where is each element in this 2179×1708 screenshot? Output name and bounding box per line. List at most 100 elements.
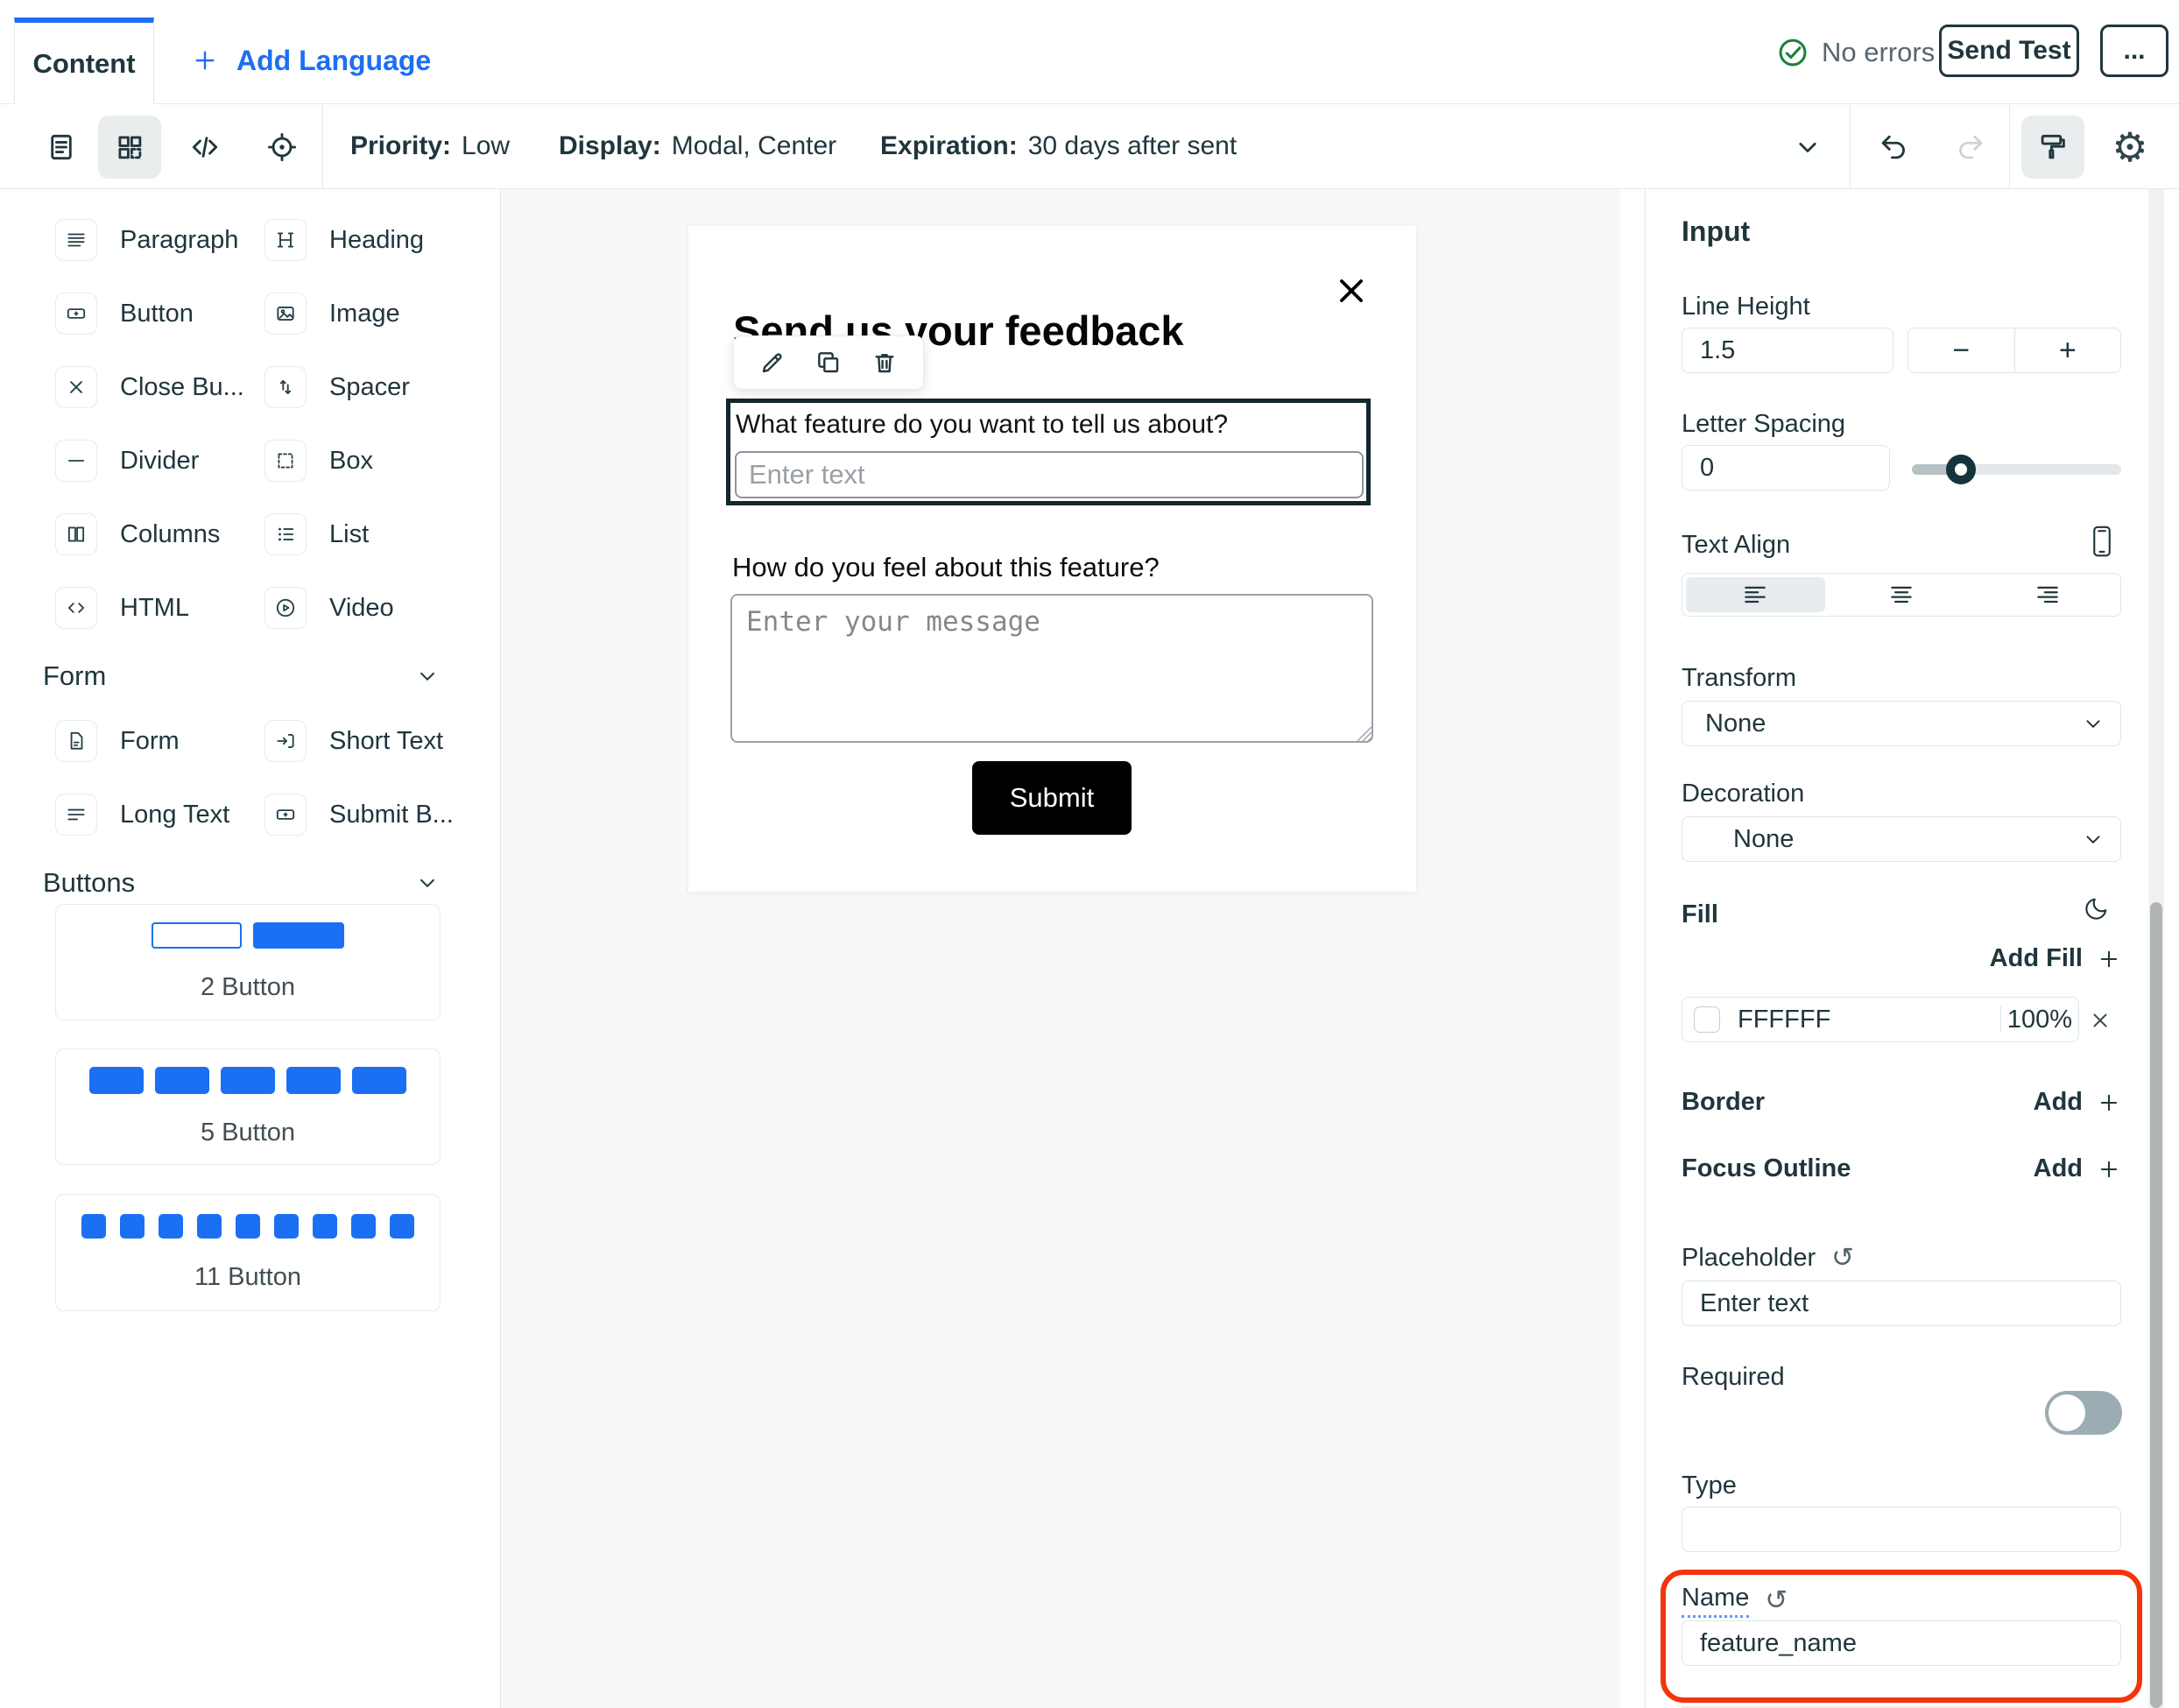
- target-button[interactable]: [250, 116, 314, 179]
- button-template-11[interactable]: 11 Button: [55, 1194, 441, 1311]
- feedback-text-input[interactable]: [735, 451, 1364, 498]
- tab-content[interactable]: Content: [14, 18, 154, 104]
- check-circle-icon: [1776, 36, 1809, 69]
- palette-item-label: Video: [329, 594, 394, 623]
- letter-spacing-slider[interactable]: [1912, 464, 2121, 475]
- more-options-button[interactable]: ...: [2100, 25, 2168, 77]
- mobile-device-icon[interactable]: [2089, 524, 2115, 559]
- button-icon: [55, 293, 97, 335]
- priority-label: Priority:: [350, 131, 451, 161]
- color-swatch[interactable]: [1694, 1006, 1720, 1033]
- preview-canvas: Send us your feedback What feature do yo…: [501, 189, 1620, 1708]
- fill-color-row[interactable]: FFFFFF 100%: [1682, 997, 2079, 1042]
- name-input[interactable]: [1682, 1620, 2121, 1666]
- palette-item-close-button[interactable]: Close Bu...: [55, 366, 244, 408]
- fill-opacity-value[interactable]: 100%: [2001, 1006, 2078, 1034]
- line-height-input[interactable]: [1682, 328, 1893, 373]
- button-template-label: 11 Button: [194, 1263, 301, 1292]
- message-builder-app: Content Add Language No errors Send Test…: [0, 0, 2179, 1708]
- letter-spacing-input[interactable]: [1682, 445, 1890, 491]
- required-toggle[interactable]: [2045, 1391, 2122, 1435]
- add-language-button[interactable]: Add Language: [191, 18, 431, 103]
- palette-item-label: Columns: [120, 520, 220, 549]
- feedback-message-textarea[interactable]: [730, 594, 1373, 743]
- toolbar-divider: [1850, 104, 1851, 188]
- edit-pencil-icon[interactable]: [758, 349, 786, 377]
- palette-item-columns[interactable]: Columns: [55, 513, 220, 555]
- align-right-button[interactable]: [1978, 577, 2117, 612]
- add-fill-button[interactable]: Add Fill: [1682, 944, 2121, 973]
- ellipsis-icon: ...: [2123, 36, 2145, 66]
- type-input[interactable]: [1682, 1507, 2121, 1552]
- placeholder-input[interactable]: [1682, 1281, 2121, 1326]
- palette-item-image[interactable]: Image: [264, 293, 400, 335]
- palette-item-spacer[interactable]: Spacer: [264, 366, 410, 408]
- box-icon: [264, 440, 307, 482]
- heading-icon: [264, 219, 307, 261]
- input-block-label: What feature do you want to tell us abou…: [736, 410, 1228, 440]
- palette-item-short-text[interactable]: Short Text: [264, 720, 443, 762]
- fill-section-label: Fill: [1682, 900, 1718, 929]
- increment-button[interactable]: +: [2015, 328, 2121, 372]
- reset-placeholder-icon[interactable]: ↺: [1831, 1245, 1854, 1272]
- duplicate-icon[interactable]: [814, 349, 843, 377]
- decoration-select[interactable]: None: [1682, 816, 2121, 862]
- palette-item-submit-button[interactable]: Submit B...: [264, 794, 454, 836]
- button-template-2[interactable]: 2 Button: [55, 904, 441, 1020]
- trash-icon[interactable]: [871, 349, 899, 377]
- decrement-button[interactable]: −: [1908, 328, 2015, 372]
- fill-hex-value[interactable]: FFFFFF: [1738, 1006, 1830, 1034]
- modal-submit-button[interactable]: Submit: [972, 761, 1132, 835]
- remove-fill-icon[interactable]: [2089, 1009, 2112, 1032]
- palette-item-button[interactable]: Button: [55, 293, 194, 335]
- palette-item-label: List: [329, 520, 369, 549]
- document-view-button[interactable]: [30, 116, 93, 179]
- palette-item-label: Divider: [120, 447, 199, 476]
- buttons-section-header[interactable]: Buttons: [43, 857, 441, 909]
- add-border-label: Add: [2034, 1088, 2083, 1117]
- button-template-label: 5 Button: [201, 1119, 295, 1147]
- collapse-settings-button[interactable]: [1776, 116, 1839, 179]
- button-preview-row: [152, 922, 344, 949]
- send-test-label: Send Test: [1947, 36, 2070, 66]
- code-view-button[interactable]: [173, 116, 236, 179]
- panel-scrollbar-thumb[interactable]: [2150, 902, 2162, 1708]
- palette-item-form[interactable]: Form: [55, 720, 180, 762]
- name-label-row: Name ↺: [1682, 1584, 1788, 1618]
- add-focus-outline-button[interactable]: Add: [1682, 1154, 2121, 1183]
- chevron-down-icon: [2082, 712, 2105, 735]
- palette-item-video[interactable]: Video: [264, 587, 394, 629]
- modal-preview: Send us your feedback What feature do yo…: [688, 226, 1416, 892]
- send-test-button[interactable]: Send Test: [1939, 25, 2079, 77]
- long-text-icon: [55, 794, 97, 836]
- styles-button[interactable]: [2021, 116, 2084, 179]
- palette-item-heading[interactable]: Heading: [264, 219, 424, 261]
- chevron-down-icon: [414, 870, 441, 896]
- transform-select[interactable]: None: [1682, 701, 2121, 746]
- align-center-button[interactable]: [1832, 577, 1971, 612]
- align-left-button[interactable]: [1686, 577, 1825, 612]
- undo-button[interactable]: [1862, 116, 1925, 179]
- palette-item-list[interactable]: List: [264, 513, 369, 555]
- blocks-view-button[interactable]: [98, 116, 161, 179]
- form-section-header[interactable]: Form: [43, 650, 441, 702]
- palette-item-html[interactable]: HTML: [55, 587, 189, 629]
- button-template-5[interactable]: 5 Button: [55, 1048, 441, 1165]
- redo-button[interactable]: [1939, 116, 2002, 179]
- plus-icon: [2097, 1157, 2121, 1182]
- plus-icon: [191, 46, 219, 74]
- slider-knob[interactable]: [1946, 455, 1976, 484]
- add-border-button[interactable]: Add: [1682, 1088, 2121, 1117]
- palette-item-long-text[interactable]: Long Text: [55, 794, 229, 836]
- panel-title: Input: [1682, 215, 1750, 248]
- reset-name-icon[interactable]: ↺: [1765, 1587, 1788, 1614]
- settings-button[interactable]: ⚙: [2098, 116, 2161, 179]
- palette-item-paragraph[interactable]: Paragraph: [55, 219, 238, 261]
- dark-mode-moon-icon[interactable]: [2084, 895, 2110, 921]
- palette-item-box[interactable]: Box: [264, 440, 373, 482]
- line-height-label: Line Height: [1682, 293, 1810, 321]
- palette-item-divider[interactable]: Divider: [55, 440, 199, 482]
- modal-close-button[interactable]: [1332, 272, 1371, 310]
- selected-input-block[interactable]: What feature do you want to tell us abou…: [726, 399, 1371, 505]
- form-section-label: Form: [43, 660, 106, 692]
